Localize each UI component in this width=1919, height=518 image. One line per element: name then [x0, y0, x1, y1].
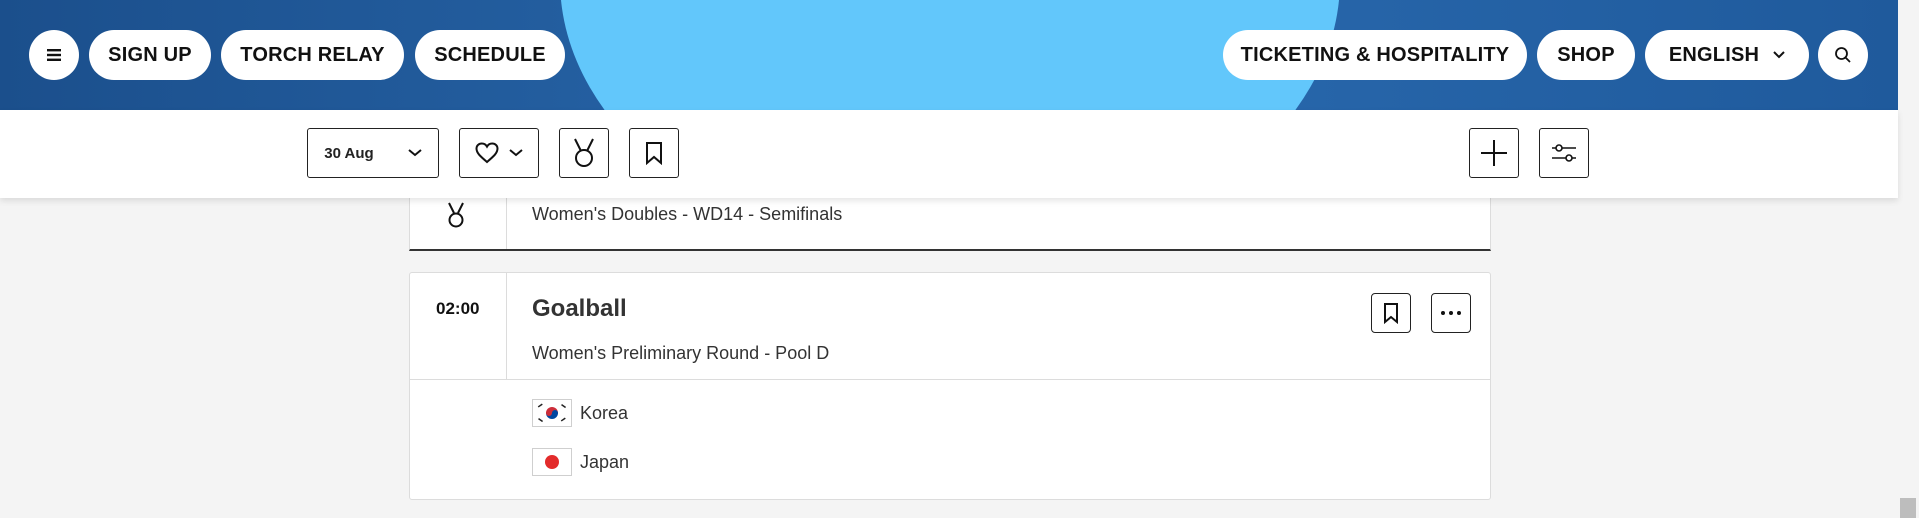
language-label: ENGLISH — [1668, 43, 1760, 66]
event-subtitle: Women's Preliminary Round - Pool D — [532, 343, 830, 363]
torch-relay-button[interactable]: TORCH RELAY — [221, 30, 404, 80]
ticketing-hospitality-button[interactable]: TICKETING & HOSPITALITY — [1223, 30, 1527, 80]
sliders-icon — [1552, 144, 1576, 162]
japan-flag-icon — [532, 448, 572, 476]
more-options-button[interactable] — [1431, 293, 1471, 333]
favourites-filter[interactable] — [459, 128, 539, 178]
chevron-down-icon — [1773, 51, 1785, 59]
shop-button[interactable]: SHOP — [1537, 30, 1635, 80]
saved-events-filter[interactable] — [629, 128, 679, 178]
filter-bar: 30 Aug — [0, 110, 1898, 198]
medal-icon — [574, 138, 594, 167]
korea-flag-icon — [532, 399, 572, 427]
event-subtitle: Women's Doubles - WD14 - Semifinals — [532, 204, 843, 224]
divider — [506, 273, 507, 379]
team-name: Korea — [580, 402, 629, 423]
hamburger-icon — [47, 49, 61, 61]
event-sport[interactable]: Goalball — [532, 295, 627, 323]
chevron-down-icon — [408, 149, 422, 157]
chevron-down-icon — [509, 149, 523, 157]
scrollbar[interactable] — [1898, 0, 1919, 518]
top-navigation: SIGN UP TORCH RELAY SCHEDULE TICKETING &… — [0, 0, 1898, 110]
plus-icon — [1481, 140, 1507, 166]
medal-events-filter[interactable] — [559, 128, 609, 178]
sign-up-button[interactable]: SIGN UP — [89, 30, 211, 80]
team-row: Korea — [532, 399, 628, 427]
event-card[interactable]: 02:00 Goalball Women's Preliminary Round… — [409, 272, 1491, 500]
event-time: 02:00 — [436, 299, 480, 318]
date-select[interactable]: 30 Aug — [307, 128, 439, 178]
team-name: Japan — [580, 451, 630, 472]
bookmark-icon — [646, 142, 662, 165]
schedule-button[interactable]: SCHEDULE — [415, 30, 565, 80]
team-row: Japan — [532, 448, 629, 476]
bookmark-button[interactable] — [1371, 293, 1411, 333]
search-icon — [1835, 47, 1851, 63]
divider — [410, 379, 1490, 380]
date-label: 30 Aug — [324, 144, 374, 162]
heart-icon — [475, 142, 499, 164]
medal-icon — [446, 201, 466, 234]
more-icon — [1441, 311, 1461, 315]
bookmark-icon — [1384, 303, 1398, 324]
menu-button[interactable] — [29, 30, 79, 80]
scrollbar-thumb[interactable] — [1900, 498, 1916, 518]
language-select[interactable]: ENGLISH — [1645, 30, 1809, 80]
search-button[interactable] — [1818, 30, 1868, 80]
filter-settings-button[interactable] — [1539, 128, 1589, 178]
add-button[interactable] — [1469, 128, 1519, 178]
